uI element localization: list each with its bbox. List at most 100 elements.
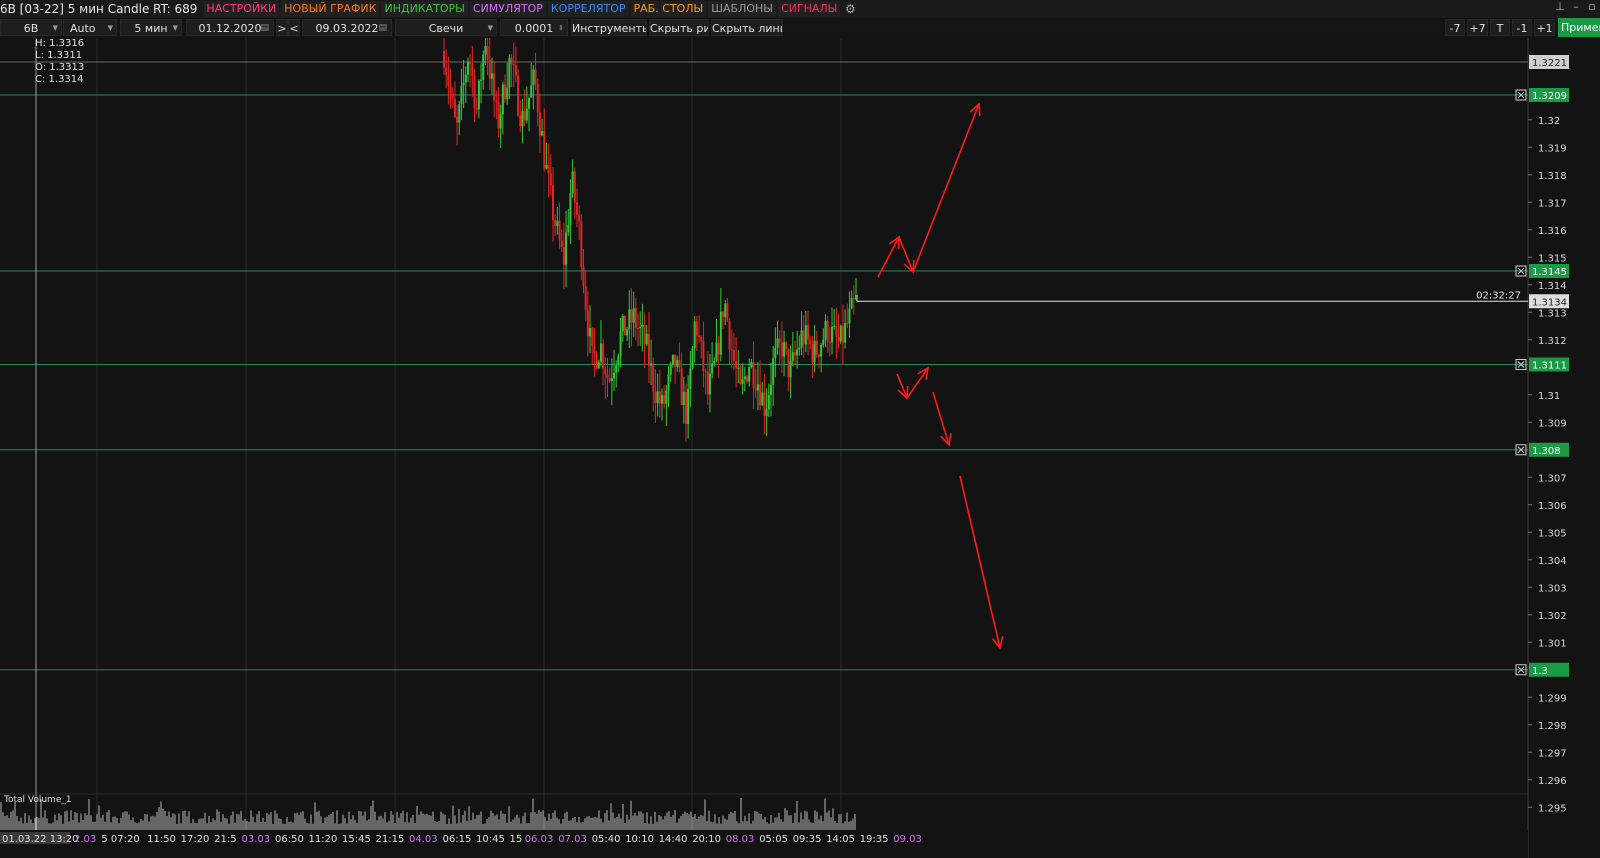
candle-body [501,84,504,115]
candle-body [569,193,572,225]
candle-body [850,298,853,309]
candle-body [700,336,703,342]
time-label: 11:20 [309,834,338,845]
candle-body [530,85,533,98]
candle-body [855,294,857,300]
candle-body [737,367,740,369]
candle-body [447,75,450,86]
candle-body [554,219,557,226]
ohlc-open: O: 1.3313 [35,62,85,73]
time-label: 03.03 [242,834,271,845]
candle-body [663,395,666,404]
candle-body [807,325,810,340]
candle-body [676,359,679,367]
candle-body [451,93,454,99]
time-label: 06.03 [525,834,554,845]
time-label: 15:45 [342,834,371,845]
candle-body [804,325,807,345]
candle-body [469,61,472,64]
candle-body [443,51,445,68]
candle-body [571,171,574,194]
time-label: 07.03 [558,834,587,845]
candle-body [608,377,611,382]
candle-body [719,311,722,355]
candle-body [783,342,786,357]
ohlc-low: L: 1.3311 [35,50,83,61]
candle-body [671,354,674,365]
candle-body [589,327,592,337]
candle-body [817,354,820,357]
candle-body [637,327,640,329]
candle-body [787,349,790,378]
candle-body [486,45,489,60]
candle-body [708,373,711,395]
candle-body [504,84,507,100]
candle-body [580,221,583,267]
time-label: 21:5 [214,834,236,845]
candle-body [813,340,816,363]
candle-body [828,341,831,343]
level-badge-label: 1.3221 [1532,58,1567,69]
candle-body [551,185,554,220]
level-badge-label: 1.3209 [1532,91,1567,102]
candle-body [471,63,474,76]
candle-body [514,65,517,76]
chart-grid [0,38,1529,858]
candle-body [549,173,552,186]
candle-body [689,368,692,389]
time-label: 10:45 [476,834,505,845]
candle-body [567,224,570,233]
candle-body [521,111,524,127]
ohlc-readout: H: 1.3316 L: 1.3311 O: 1.3313 C: 1.3314 [35,38,84,86]
candle-body [693,321,696,349]
candle-body [831,326,834,343]
candle-body [630,309,633,323]
price-chart[interactable]: 1.3221 1.3209 1.3145 1.3111 1.308 1.3 1.3134 02… [0,0,1600,858]
candle-body [490,73,493,79]
level-badge-label: 1.308 [1532,446,1561,457]
candle-body [610,378,613,382]
candle-body [582,266,585,287]
candle-body [811,344,814,363]
price-tick-label: 1.301 [1538,638,1567,649]
candle-body [650,363,653,366]
candle-body [591,327,594,346]
candle-body [826,320,829,342]
candle-body [475,108,478,110]
time-label: 14:40 [659,834,688,845]
candle-body [480,79,483,81]
candle-body [464,74,467,83]
candle-body [769,384,772,395]
candle-body [477,80,480,110]
time-label: 09:35 [793,834,822,845]
candle-body [545,164,548,169]
candle-body [822,339,825,345]
candle-body [543,131,546,169]
candle-body [802,330,805,345]
candle-body [743,376,746,380]
time-label: 05:40 [592,834,621,845]
price-tick-label: 1.313 [1538,308,1567,319]
candle-body [682,391,685,406]
ohlc-high: H: 1.3316 [35,38,85,49]
candle-body [687,388,690,425]
candle-body [536,83,539,113]
candle-series [443,38,857,442]
candle-body [722,311,725,318]
candle-body [597,361,600,369]
time-label: 21:15 [376,834,405,845]
candle-body [715,342,718,361]
price-tick-label: 1.295 [1538,803,1567,814]
candle-body [844,322,847,343]
price-tick-label: 1.316 [1538,226,1567,237]
candle-body [484,45,487,55]
time-label: 01.03.22 13:20 [2,834,79,845]
candle-body [560,240,563,248]
candle-body [656,391,659,404]
time-label: 19:35 [860,834,889,845]
price-tick-label: 1.296 [1538,776,1567,787]
candle-body [713,360,716,364]
candle-body [619,331,622,356]
candle-body [617,355,620,366]
candle-body [602,343,605,369]
